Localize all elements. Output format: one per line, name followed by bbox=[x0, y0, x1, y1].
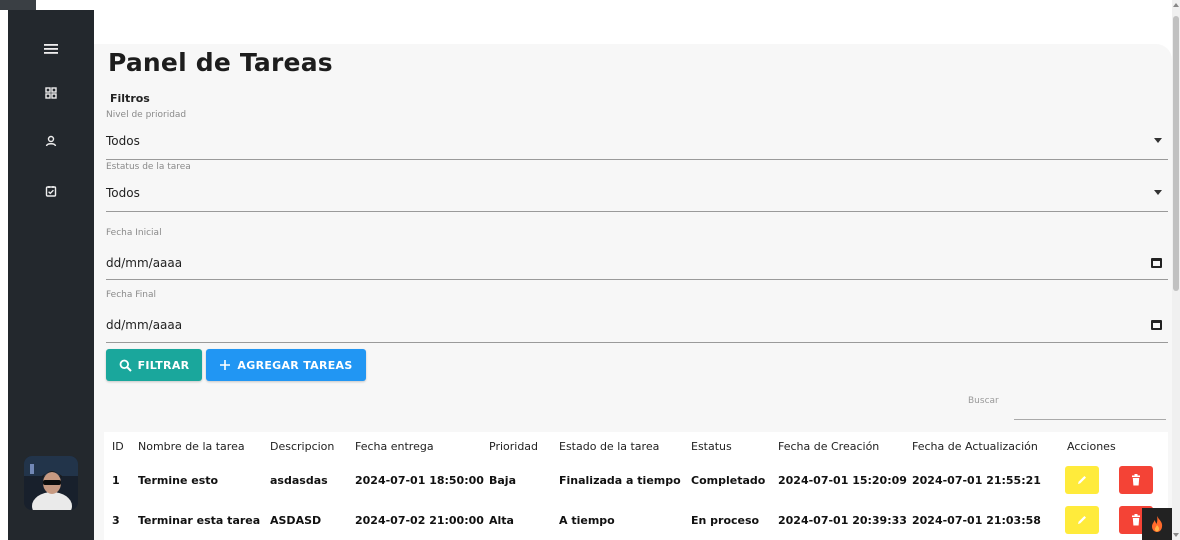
cell-status: En proceso bbox=[691, 513, 760, 527]
cell-due-date: 2024-07-02 21:00:00 bbox=[355, 513, 484, 527]
flame-icon bbox=[1152, 516, 1163, 532]
cell-id: 3 bbox=[112, 513, 120, 527]
trash-icon bbox=[1132, 514, 1140, 526]
header-actions: Acciones bbox=[1067, 439, 1116, 453]
header-due-date: Fecha entrega bbox=[355, 439, 434, 453]
search-input[interactable]: Buscar bbox=[968, 380, 1166, 420]
start-date-label: Fecha Inicial bbox=[106, 228, 162, 238]
priority-value: Todos bbox=[106, 134, 140, 148]
end-date-value: dd/mm/aaaa bbox=[106, 318, 183, 332]
add-tasks-button-label: AGREGAR TAREAS bbox=[237, 358, 353, 372]
menu-icon[interactable] bbox=[8, 35, 94, 63]
header-priority: Prioridad bbox=[489, 439, 539, 453]
tasks-icon[interactable] bbox=[8, 177, 94, 205]
plus-icon bbox=[220, 360, 231, 370]
header-status: Estatus bbox=[691, 439, 732, 453]
cell-description: asdasdas bbox=[270, 473, 328, 487]
cell-status: Completado bbox=[691, 473, 766, 487]
table-header: ID Nombre de la tarea Descripcion Fecha … bbox=[104, 432, 1168, 460]
dashboard-icon[interactable] bbox=[8, 79, 94, 107]
cell-created: 2024-07-01 15:20:09 bbox=[778, 473, 907, 487]
cell-priority: Baja bbox=[489, 473, 517, 487]
trash-icon bbox=[1132, 474, 1140, 486]
page-title: Panel de Tareas bbox=[108, 48, 333, 77]
cell-updated: 2024-07-01 21:55:21 bbox=[912, 473, 1041, 487]
chevron-down-icon bbox=[1154, 138, 1162, 143]
edit-button[interactable] bbox=[1065, 466, 1099, 494]
header-created: Fecha de Creación bbox=[778, 439, 880, 453]
cell-due-date: 2024-07-01 18:50:00 bbox=[355, 473, 484, 487]
header-id: ID bbox=[112, 439, 124, 453]
filters-label: Filtros bbox=[110, 92, 150, 105]
table-row: 3 Terminar esta tarea ASDASD 2024-07-02 … bbox=[104, 500, 1168, 540]
pencil-icon bbox=[1078, 516, 1086, 524]
start-date-field[interactable]: Fecha Inicial dd/mm/aaaa bbox=[106, 212, 1168, 280]
end-date-field[interactable]: Fecha Final dd/mm/aaaa bbox=[106, 280, 1168, 343]
scroll-up-icon[interactable] bbox=[1173, 3, 1179, 7]
cell-task-state: Finalizada a tiempo bbox=[559, 473, 681, 487]
calendar-icon[interactable] bbox=[1151, 258, 1162, 268]
cell-task-state: A tiempo bbox=[559, 513, 615, 527]
sidebar bbox=[0, 0, 94, 540]
user-icon[interactable] bbox=[8, 127, 94, 155]
end-date-label: Fecha Final bbox=[106, 290, 156, 300]
search-icon bbox=[119, 359, 132, 372]
flame-widget-button[interactable] bbox=[1142, 508, 1172, 540]
status-label: Estatus de la tarea bbox=[106, 162, 191, 172]
filter-button[interactable]: FILTRAR bbox=[106, 349, 202, 381]
priority-select[interactable]: Nivel de prioridad Todos bbox=[106, 108, 1168, 160]
cell-created: 2024-07-01 20:39:33 bbox=[778, 513, 907, 527]
cell-description: ASDASD bbox=[270, 513, 322, 527]
calendar-icon[interactable] bbox=[1151, 320, 1162, 330]
avatar[interactable] bbox=[24, 456, 78, 510]
header-task-state: Estado de la tarea bbox=[559, 439, 660, 453]
sidebar-top-corner bbox=[0, 0, 36, 10]
tasks-table: ID Nombre de la tarea Descripcion Fecha … bbox=[104, 432, 1168, 540]
cell-updated: 2024-07-01 21:03:58 bbox=[912, 513, 1041, 527]
header-description: Descripcion bbox=[270, 439, 335, 453]
table-row: 1 Termine esto asdasdas 2024-07-01 18:50… bbox=[104, 460, 1168, 500]
priority-label: Nivel de prioridad bbox=[106, 110, 187, 120]
add-tasks-button[interactable]: AGREGAR TAREAS bbox=[206, 349, 366, 381]
header-name: Nombre de la tarea bbox=[138, 439, 245, 453]
cell-id: 1 bbox=[112, 473, 120, 487]
chevron-down-icon bbox=[1154, 190, 1162, 195]
pencil-icon bbox=[1078, 476, 1086, 484]
scrollbar-thumb[interactable] bbox=[1173, 16, 1179, 291]
search-label: Buscar bbox=[968, 396, 999, 406]
filter-button-label: FILTRAR bbox=[137, 358, 190, 372]
status-value: Todos bbox=[106, 186, 140, 200]
cell-priority: Alta bbox=[489, 513, 514, 527]
cell-name: Terminar esta tarea bbox=[138, 513, 261, 527]
scroll-down-icon[interactable] bbox=[1173, 533, 1179, 537]
delete-button[interactable] bbox=[1119, 466, 1153, 494]
header-updated: Fecha de Actualización bbox=[912, 439, 1038, 453]
status-select[interactable]: Estatus de la tarea Todos bbox=[106, 160, 1168, 212]
main-panel: Panel de Tareas Filtros Nivel de priorid… bbox=[94, 44, 1172, 540]
edit-button[interactable] bbox=[1065, 506, 1099, 534]
cell-name: Termine esto bbox=[138, 473, 219, 487]
start-date-value: dd/mm/aaaa bbox=[106, 256, 183, 270]
vertical-scrollbar[interactable] bbox=[1172, 0, 1180, 540]
